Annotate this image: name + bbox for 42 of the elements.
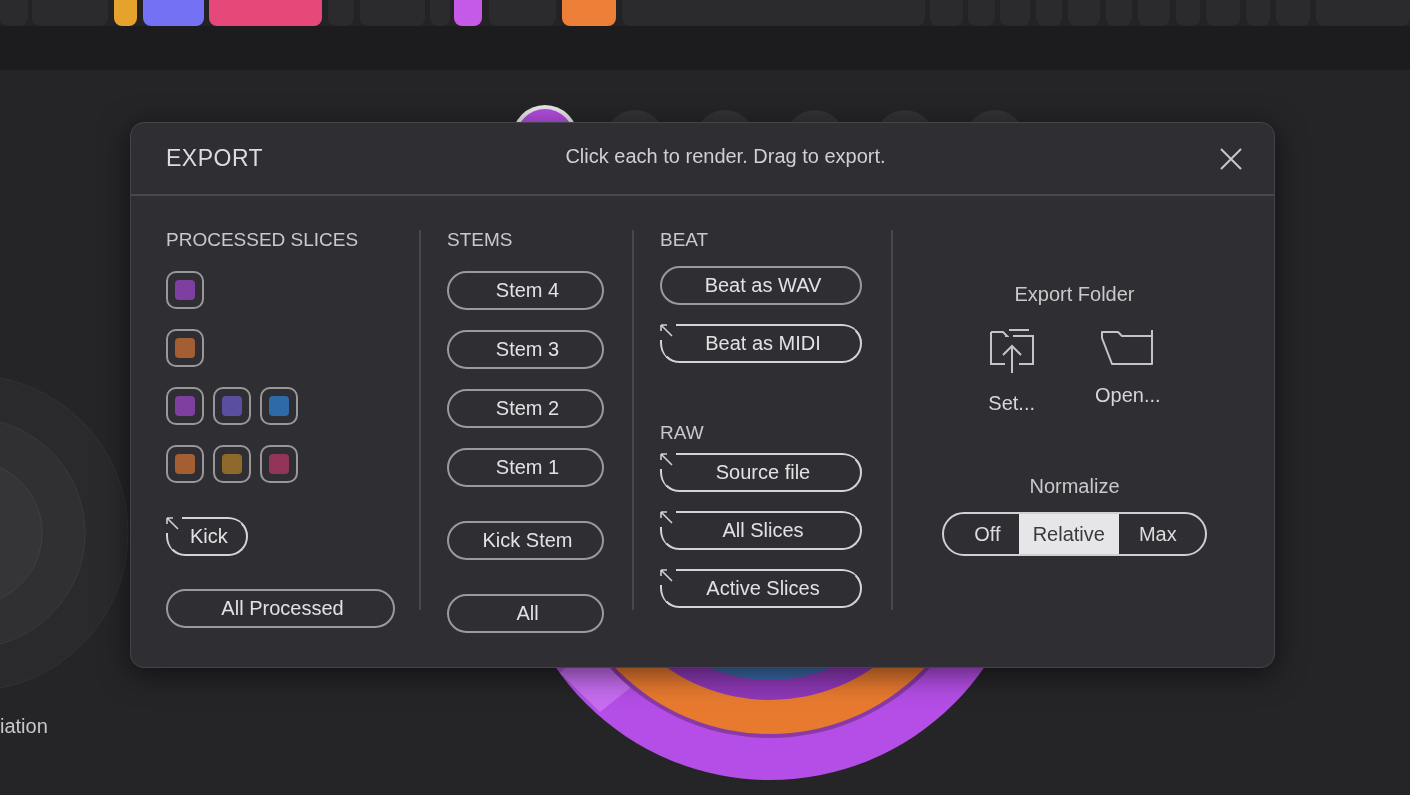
slice-swatch[interactable] — [166, 271, 204, 309]
export-button[interactable]: All Processed — [166, 589, 395, 628]
section-heading: Normalize — [1029, 475, 1120, 498]
slice-swatch[interactable] — [166, 329, 204, 367]
section-heading: Export Folder — [1014, 283, 1135, 306]
drag-arrow-icon — [659, 568, 674, 583]
export-button[interactable]: Kick Stem — [447, 521, 604, 560]
folder-icon — [1099, 328, 1156, 366]
dialog-hint: Click each to render. Drag to export. — [565, 145, 886, 168]
export-button[interactable]: Stem 3 — [447, 330, 604, 369]
slice-swatch[interactable] — [213, 387, 251, 425]
slice-swatch[interactable] — [166, 445, 204, 483]
section-heading: BEAT — [660, 228, 710, 252]
dialog-title: EXPORT — [166, 145, 264, 172]
drag-arrow-icon — [659, 510, 674, 525]
export-button[interactable]: Kick — [166, 517, 248, 556]
slice-swatch[interactable] — [213, 445, 251, 483]
export-button[interactable]: Stem 4 — [447, 271, 604, 310]
export-button[interactable]: Beat as MIDI — [660, 324, 862, 363]
export-button[interactable]: All — [447, 594, 604, 633]
drag-arrow-icon — [659, 452, 674, 467]
section-heading: PROCESSED SLICES — [166, 228, 360, 252]
export-button[interactable]: Stem 2 — [447, 389, 604, 428]
export-button[interactable]: All Slices — [660, 511, 862, 550]
drag-arrow-icon — [165, 516, 180, 531]
export-button[interactable]: Stem 1 — [447, 448, 604, 487]
folder-action[interactable]: Open... — [1095, 328, 1161, 415]
slice-swatch[interactable] — [166, 387, 204, 425]
export-button[interactable]: Active Slices — [660, 569, 862, 608]
control-label: iation — [0, 715, 48, 738]
section-heading: STEMS — [447, 228, 514, 252]
drag-arrow-icon — [659, 323, 674, 338]
folder-action[interactable]: Set... — [988, 328, 1036, 415]
export-button[interactable]: Source file — [660, 453, 862, 492]
slice-swatch[interactable] — [260, 445, 298, 483]
section-heading: RAW — [660, 421, 705, 445]
normalize-option[interactable]: Relative — [1018, 514, 1119, 554]
folder-upload-icon — [988, 328, 1035, 374]
normalize-option[interactable]: Max — [1118, 514, 1205, 554]
normalize-option[interactable]: Off — [944, 514, 1019, 554]
export-button[interactable]: Beat as WAV — [660, 266, 862, 305]
slice-swatch[interactable] — [260, 387, 298, 425]
